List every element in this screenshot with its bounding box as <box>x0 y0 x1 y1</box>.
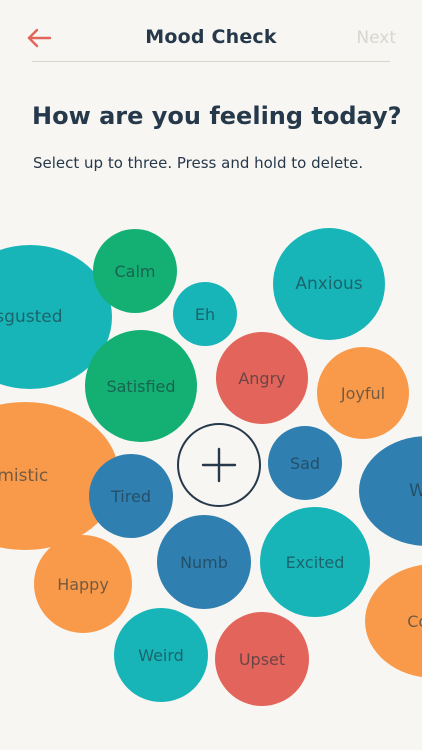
mood-bubble-anxious[interactable]: Anxious <box>273 228 385 340</box>
add-mood-button[interactable] <box>177 423 261 507</box>
mood-bubble-tired[interactable]: Tired <box>89 454 173 538</box>
mood-bubble-eh[interactable]: Eh <box>173 282 237 346</box>
plus-icon <box>201 447 237 483</box>
mood-bubble-numb[interactable]: Numb <box>157 515 251 609</box>
mood-bubble-calm[interactable]: Calm <box>93 229 177 313</box>
mood-bubble-weird[interactable]: Weird <box>114 608 208 702</box>
mood-bubble-upset[interactable]: Upset <box>215 612 309 706</box>
mood-bubbles: Disgusted Calm Eh Anxious Satisfied Angr… <box>0 0 422 750</box>
mood-bubble-excited[interactable]: Excited <box>260 507 370 617</box>
mood-bubble-sad[interactable]: Sad <box>268 426 342 500</box>
mood-bubble-worried[interactable]: Worried <box>359 436 422 546</box>
mood-bubble-confident[interactable]: Confident <box>365 564 422 678</box>
mood-bubble-angry[interactable]: Angry <box>216 332 308 424</box>
mood-bubble-happy[interactable]: Happy <box>34 535 132 633</box>
mood-bubble-satisfied[interactable]: Satisfied <box>85 330 197 442</box>
mood-bubble-joyful[interactable]: Joyful <box>317 347 409 439</box>
